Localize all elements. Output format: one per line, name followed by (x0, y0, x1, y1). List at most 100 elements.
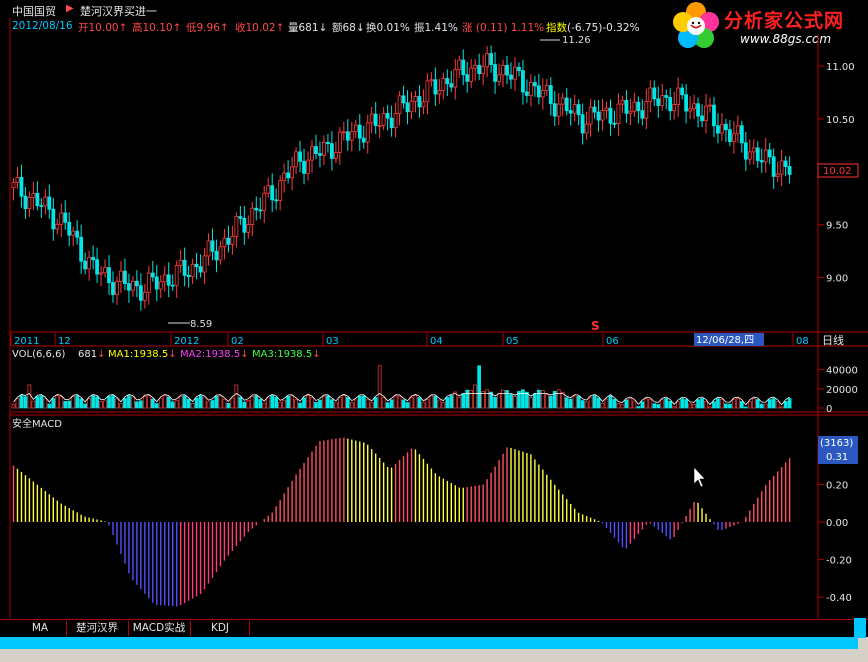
candle (87, 250, 92, 281)
candle (716, 113, 720, 144)
volume-bar (15, 398, 20, 409)
candle (465, 62, 470, 93)
volume-bar (413, 395, 418, 409)
tab-chuhe-hanjie[interactable]: 楚河汉界 (66, 621, 127, 636)
volume-bar (103, 400, 107, 409)
macd-tick-label: 0.20 (826, 480, 848, 491)
volume-bar (306, 395, 310, 409)
volume-bar (150, 398, 155, 409)
volume-bar (720, 399, 724, 409)
volume-bar (198, 395, 203, 409)
volume-bar (302, 397, 306, 409)
candle (214, 239, 219, 273)
volume-bar (469, 390, 474, 409)
volume-bar (170, 401, 175, 409)
macd-cursor-value: 0.31 (826, 452, 848, 463)
time-axis: 2011 12 2012 02 03 04 05 06 08 (10, 333, 809, 347)
volume-bar (63, 401, 68, 409)
volume-bar (334, 402, 338, 409)
tab-kdj[interactable]: KDJ (190, 621, 250, 636)
volume-bar (529, 397, 533, 409)
candle (377, 113, 382, 139)
horizontal-scrollbar[interactable] (0, 637, 858, 649)
candle (735, 115, 740, 143)
volume-bar (783, 401, 788, 409)
volume-bar (31, 400, 36, 409)
candle (75, 220, 80, 245)
volume-bar (636, 406, 641, 409)
volume-bar (214, 395, 219, 409)
volume-bar (353, 399, 358, 409)
period-label[interactable]: 日线 (822, 333, 844, 347)
candle (286, 160, 291, 184)
candle (449, 71, 454, 92)
volume-bar (584, 401, 589, 409)
volume-bar (664, 398, 669, 409)
min-annotation: 8.59 (168, 319, 212, 330)
vertical-scrollbar[interactable] (854, 618, 866, 638)
volume-bar (258, 399, 263, 409)
candle (67, 212, 72, 247)
volume-bar (628, 398, 633, 409)
candle (556, 93, 561, 126)
volume-bar (696, 399, 700, 409)
candle (763, 137, 768, 173)
volume-bar (644, 398, 649, 409)
volume-bar (222, 398, 227, 409)
volume-bar (449, 395, 454, 409)
candle (608, 99, 613, 136)
time-axis-label: 04 (430, 336, 443, 347)
candle (584, 111, 589, 140)
candle (592, 100, 597, 119)
current-price-tag: 10.02 (817, 163, 859, 178)
volume-bar (473, 384, 478, 409)
volume-bar (262, 402, 267, 409)
volume-ma1: MA1:1938.5↓ (108, 349, 177, 360)
tab-macd-practice[interactable]: MACD实战 (128, 621, 189, 636)
volume-bar (206, 401, 211, 409)
sell-signal-mark[interactable]: S (591, 319, 600, 333)
candle (743, 131, 748, 172)
candle (381, 106, 386, 131)
volume-bar (660, 399, 665, 409)
candle (712, 97, 716, 138)
volume-bar (704, 400, 708, 409)
volume-bar (429, 395, 434, 409)
volume-ma3: MA3:1938.5↓ (252, 349, 321, 360)
volume-bar (389, 399, 394, 409)
volume-bar (341, 395, 346, 409)
candle (771, 148, 776, 190)
volume-bar (23, 396, 28, 409)
tab-ma[interactable]: MA (18, 621, 62, 636)
volume-bar (87, 398, 91, 409)
volume-bar (708, 406, 712, 409)
volume-bar (728, 403, 732, 409)
candle (63, 200, 68, 230)
candle (250, 202, 255, 237)
volume-bar (294, 399, 298, 409)
candle (282, 163, 287, 193)
volume-bar (497, 393, 501, 409)
candle (353, 119, 358, 139)
candle (536, 73, 541, 105)
volume-bar (544, 394, 549, 409)
volume-bar (238, 396, 243, 409)
volume-bar (739, 401, 744, 409)
indicator-tab-bar: MA 楚河汉界 MACD实战 KDJ (0, 619, 868, 637)
volume-bar (624, 399, 629, 409)
candle (134, 270, 139, 298)
volume-bar (11, 403, 16, 409)
volume-bar (270, 395, 275, 409)
macd-tick-label: -0.40 (826, 593, 852, 604)
volume-bar (755, 399, 760, 409)
candle (568, 97, 573, 126)
candle (481, 54, 486, 86)
candle (266, 177, 271, 198)
chart-canvas[interactable]: 11.0010.5010.009.509.00 2011122012020304… (0, 0, 868, 662)
volume-bar (43, 398, 48, 409)
candle (759, 148, 764, 173)
candle (246, 215, 251, 239)
candle (401, 85, 406, 109)
candle (99, 265, 103, 287)
volume-bar (572, 395, 577, 409)
